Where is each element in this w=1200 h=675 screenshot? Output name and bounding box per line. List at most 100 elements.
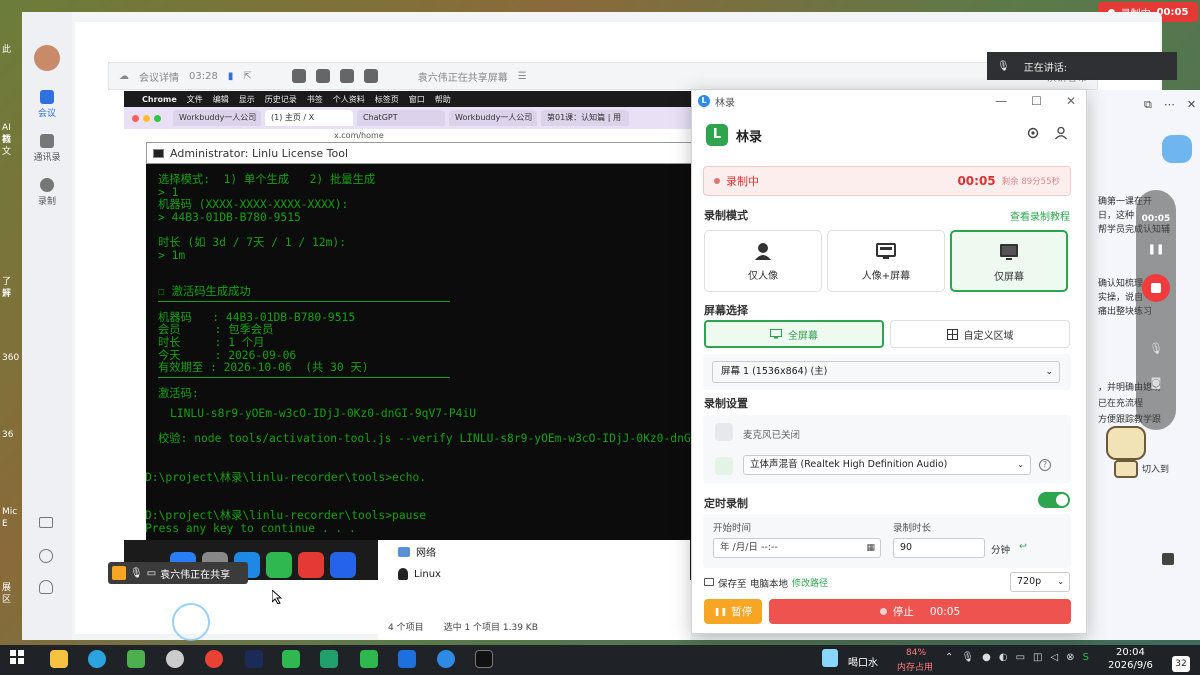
finder-item-network[interactable]: 网络 [398, 544, 436, 559]
app-dock-icon[interactable] [298, 552, 324, 578]
sidebar-item-meeting[interactable]: 会议 [22, 90, 72, 119]
close-window-icon[interactable] [132, 114, 139, 122]
mode-portrait-screen[interactable]: 人像+屏幕 [827, 230, 945, 292]
close-icon[interactable]: ✕ [1066, 94, 1076, 108]
sharing-banner[interactable]: 🎙 ▭ 袁六伟正在共享 [108, 562, 248, 584]
app-icon[interactable] [245, 650, 263, 668]
network-icon[interactable]: ◫ [1033, 652, 1042, 663]
file-explorer-icon[interactable] [50, 650, 68, 668]
audio-source-select[interactable]: 立体声混音 (Realtek High Definition Audio) ⌄ [743, 455, 1031, 475]
meeting-app-icon[interactable] [398, 650, 416, 668]
fullscreen-option[interactable]: 全屏幕 [704, 320, 884, 348]
desktop-label[interactable]: 展区 [2, 582, 11, 606]
cloud-icon[interactable] [315, 69, 330, 83]
help-icon[interactable]: ? [1039, 459, 1051, 471]
mode-portrait-only[interactable]: 仅人像 [704, 230, 822, 292]
menu-item[interactable]: 书签 [307, 94, 323, 105]
camera-icon[interactable]: ◙ [1136, 376, 1176, 389]
more-icon[interactable]: ⋯ [1164, 98, 1175, 112]
mic-off-icon[interactable] [715, 423, 733, 441]
desktop-label[interactable]: E [2, 518, 8, 530]
chat-app-icon[interactable] [360, 650, 378, 668]
stop-button[interactable]: 停止 00:05 [769, 599, 1071, 624]
telegram-icon[interactable] [88, 650, 106, 668]
desktop-label[interactable]: 插文 [2, 134, 11, 158]
menu-item[interactable]: 历史记录 [265, 94, 297, 105]
schedule-toggle[interactable] [1038, 492, 1070, 508]
address-bar[interactable]: x.com/home [334, 131, 384, 140]
mic-icon[interactable]: 🎙 [961, 652, 974, 663]
menu-item[interactable]: 帮助 [435, 94, 451, 105]
volume-icon[interactable]: ◁ [1050, 652, 1058, 663]
browser-tab[interactable]: 第01课：认知篇 | 用 [541, 110, 629, 126]
chevron-up-icon[interactable]: ⌃ [945, 652, 953, 663]
pause-icon[interactable]: ❚❚ [1136, 244, 1176, 255]
water-reminder-icon[interactable] [822, 649, 838, 667]
zoom-window-icon[interactable] [154, 114, 161, 122]
menu-item[interactable]: 编辑 [213, 94, 229, 105]
mail-icon[interactable] [39, 517, 53, 528]
browser-tab[interactable]: (1) 主页 / X [265, 110, 353, 126]
menu-item[interactable]: 窗口 [409, 94, 425, 105]
stop-icon[interactable] [1162, 553, 1174, 565]
terminal-window[interactable]: 选择模式: 1) 单个生成 2) 批量生成 > 1 机器码 (XXXX-XXXX… [146, 164, 694, 540]
gear-icon[interactable] [1026, 126, 1040, 140]
popout-icon[interactable]: ⧉ [1144, 98, 1152, 112]
tutorial-link[interactable]: 查看录制教程 [1010, 208, 1070, 223]
reset-icon[interactable]: ↩ [1019, 541, 1027, 552]
wechat-dock-icon[interactable] [266, 552, 292, 578]
assistant-avatar[interactable] [1162, 135, 1192, 163]
quality-select[interactable]: 720p ⌄ [1010, 572, 1070, 592]
app-dock-icon[interactable] [330, 552, 356, 578]
menu-item[interactable]: 显示 [239, 94, 255, 105]
mode-screen-only[interactable]: 仅屏幕 [950, 230, 1068, 292]
popout-icon[interactable]: ⇱ [243, 71, 251, 82]
mic-icon[interactable]: 🎙 [1136, 342, 1176, 355]
chrome-icon[interactable] [205, 650, 223, 668]
speaker-icon[interactable] [715, 457, 733, 475]
battery-icon[interactable]: ▭ [1016, 652, 1025, 663]
start-time-input[interactable]: 年 /月/日 --:-- ▦ [713, 538, 881, 558]
desktop-label[interactable]: Mic [2, 506, 17, 518]
desktop-label[interactable]: 此 [2, 44, 11, 56]
windows-start-icon[interactable] [10, 650, 28, 668]
sidebar-item-record[interactable]: 录制 [22, 178, 72, 207]
wechat-icon[interactable] [282, 650, 300, 668]
change-path-link[interactable]: 修改路径 [792, 576, 828, 589]
minimize-icon[interactable]: — [995, 94, 1007, 108]
screen-select[interactable]: 屏幕 1 (1536x864) (主) ⌄ [712, 361, 1060, 383]
menu-item[interactable]: Chrome [142, 95, 177, 104]
settings-icon[interactable] [39, 549, 53, 563]
clock-time[interactable]: 20:04 [1116, 647, 1145, 658]
desktop-label[interactable]: 36 [2, 429, 13, 441]
avatar[interactable] [34, 45, 60, 71]
menu-item[interactable]: 个人资料 [333, 94, 365, 105]
notification-badge[interactable]: 32 [1172, 656, 1190, 672]
edge-icon[interactable] [127, 650, 145, 668]
menu-item[interactable]: 标签页 [375, 94, 399, 105]
menu-icon[interactable]: ☰ [518, 71, 527, 82]
annotate-icon[interactable] [291, 69, 306, 83]
browser-tab[interactable]: ChatGPT [357, 110, 445, 126]
finder-item-linux[interactable]: Linux [398, 568, 441, 580]
user-icon[interactable] [39, 580, 53, 594]
water-reminder-label[interactable]: 喝口水 [848, 654, 878, 669]
meeting-details[interactable]: 会议详情 [139, 69, 179, 84]
stop-record-button[interactable] [1142, 274, 1170, 302]
tray-app-icon[interactable]: S [1083, 652, 1089, 663]
openai-icon[interactable] [166, 650, 184, 668]
tray-app-icon[interactable]: ● [982, 652, 991, 663]
terminal-app-icon[interactable] [475, 650, 493, 668]
tray-app-icon[interactable]: ◐ [999, 652, 1008, 663]
sidebar-item-contacts[interactable]: 通讯录 [22, 134, 72, 163]
share-icon[interactable] [339, 69, 354, 83]
browser-tab[interactable]: Workbuddy一人公司 [449, 110, 537, 126]
minimize-window-icon[interactable] [143, 114, 150, 122]
close-icon[interactable]: ✕ [1187, 98, 1196, 112]
hide-icon[interactable] [363, 69, 378, 83]
clock-date[interactable]: 2026/9/6 [1108, 660, 1153, 671]
calendar-icon[interactable]: ▦ [866, 539, 875, 557]
pause-button[interactable]: ❚❚ 暂停 [704, 599, 762, 624]
user-icon[interactable] [1054, 126, 1068, 140]
tray-app-icon[interactable]: ⊗ [1066, 652, 1074, 663]
